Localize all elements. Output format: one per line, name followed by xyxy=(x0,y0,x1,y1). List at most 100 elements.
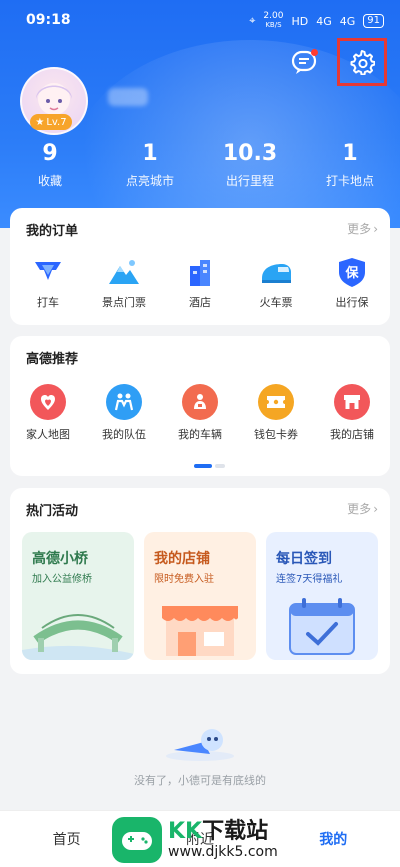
ticket-icon xyxy=(258,384,294,420)
watermark: KK下载站 www.djkk5.com xyxy=(112,816,294,864)
activity-title: 每日签到 xyxy=(276,551,332,567)
stat-mileage[interactable]: 10.3 出行里程 xyxy=(200,140,300,189)
indicator-inactive xyxy=(215,464,225,468)
message-button[interactable] xyxy=(290,48,320,78)
tab-label: 我的 xyxy=(319,832,348,848)
activity-title: 我的店铺 xyxy=(154,551,210,567)
stat-checkins[interactable]: 1 打卡地点 xyxy=(300,140,400,189)
stat-value: 1 xyxy=(342,141,358,166)
icon-label: 酒店 xyxy=(189,296,211,309)
signal-2: 4G xyxy=(339,14,356,28)
stat-value: 10.3 xyxy=(222,141,278,166)
watermark-kk: KK xyxy=(168,819,203,844)
icon-label: 出行保 xyxy=(335,296,369,309)
icon-label: 家人地图 xyxy=(26,428,70,441)
activity-checkin[interactable]: 每日签到 连签7天得福礼 xyxy=(266,532,378,660)
recommend-my-vehicle[interactable]: 我的车辆 xyxy=(162,384,238,442)
watermark-text: KK下载站 www.djkk5.com xyxy=(168,820,278,861)
watermark-name: 下载站 xyxy=(202,819,269,844)
end-of-list-text: 没有了，小德可是有底线的 xyxy=(134,774,266,787)
level-badge: ★ Lv.7 xyxy=(30,114,72,130)
hd-label: HD xyxy=(291,14,309,28)
gear-icon xyxy=(350,50,375,75)
hotel-icon xyxy=(190,260,210,286)
calendar-illustration xyxy=(289,598,355,655)
svg-text:保: 保 xyxy=(344,265,359,281)
net-speed-value: 2.00 xyxy=(263,11,284,21)
activity-store[interactable]: 我的店铺 限时免费入驻 xyxy=(144,532,256,660)
car-icon xyxy=(182,384,218,420)
store-illustration xyxy=(162,606,238,656)
icon-label: 打车 xyxy=(37,296,59,309)
orders-title: 我的订单 xyxy=(26,224,79,239)
order-tickets[interactable]: 景点门票 xyxy=(86,256,162,310)
activity-subtitle: 加入公益修桥 xyxy=(32,574,92,585)
orders-more-link[interactable]: 更多 › xyxy=(347,220,378,237)
bridge-illustration xyxy=(22,614,134,660)
net-speed-unit: KB/S xyxy=(265,21,282,29)
watermark-url: www.djkk5.com xyxy=(168,844,278,860)
icon-label: 我的店铺 xyxy=(330,428,374,441)
blurred-username xyxy=(108,88,148,106)
train-icon xyxy=(262,264,291,283)
more-label: 更多 xyxy=(347,222,372,236)
stat-label: 出行里程 xyxy=(225,174,274,188)
activity-subtitle: 限时免费入驻 xyxy=(154,574,214,585)
order-taxi[interactable]: 打车 xyxy=(10,256,86,310)
activities-more-link[interactable]: 更多 › xyxy=(347,500,378,517)
star-icon: ★ xyxy=(35,116,45,128)
store-icon xyxy=(334,384,370,420)
signal-1: 4G xyxy=(316,14,332,28)
recommend-my-store[interactable]: 我的店铺 xyxy=(314,384,390,442)
more-label: 更多 xyxy=(347,502,372,516)
stat-value: 9 xyxy=(42,141,58,166)
activity-subtitle: 连签7天得福礼 xyxy=(276,574,343,585)
recommend-title: 高德推荐 xyxy=(26,352,79,367)
activities-card: 热门活动 更多 › 高德小桥 加入公益修桥 我的店铺 限时免费入驻 每日签到 连… xyxy=(10,488,390,674)
settings-button[interactable] xyxy=(337,38,387,86)
activity-title: 高德小桥 xyxy=(32,551,88,567)
order-insurance[interactable]: 保 出行保 xyxy=(314,256,390,310)
status-bar: 09:18 ⌖ 2.00 KB/S HD 4G 4G 91 xyxy=(0,0,400,38)
stat-label: 点亮城市 xyxy=(125,174,174,188)
taxi-icon xyxy=(35,262,61,280)
mascot-illustration xyxy=(166,729,234,761)
stat-label: 打卡地点 xyxy=(325,174,374,188)
watermark-logo-icon xyxy=(112,817,162,863)
location-icon: ⌖ xyxy=(249,14,256,27)
team-icon xyxy=(106,384,142,420)
net-speed: 2.00 KB/S xyxy=(263,12,283,30)
stat-cities[interactable]: 1 点亮城市 xyxy=(100,140,200,189)
stat-value: 1 xyxy=(142,141,158,166)
carousel-indicator xyxy=(194,464,225,468)
stat-label: 收藏 xyxy=(37,174,62,188)
order-hotel[interactable]: 酒店 xyxy=(162,256,238,310)
recommend-wallet[interactable]: 钱包卡券 xyxy=(238,384,314,442)
unread-dot xyxy=(311,49,318,56)
recommend-my-team[interactable]: 我的队伍 xyxy=(86,384,162,442)
status-time: 09:18 xyxy=(26,12,71,28)
icon-label: 钱包卡券 xyxy=(254,428,298,441)
indicator-active xyxy=(194,464,212,468)
chevron-right-icon: › xyxy=(373,501,378,516)
end-of-list: 没有了，小德可是有底线的 xyxy=(0,720,400,788)
shield-icon: 保 xyxy=(339,258,365,287)
chevron-right-icon: › xyxy=(373,221,378,236)
stat-favorites[interactable]: 9 收藏 xyxy=(0,140,100,189)
level-text: Lv.7 xyxy=(46,116,67,128)
icon-label: 火车票 xyxy=(259,296,293,309)
orders-icons-row: 打车 景点门票 酒店 火车票 保 出行保 xyxy=(10,256,390,310)
activity-bridge[interactable]: 高德小桥 加入公益修桥 xyxy=(22,532,134,660)
battery-indicator: 91 xyxy=(363,14,384,28)
mountain-icon xyxy=(109,260,139,284)
watermark-title: KK下载站 xyxy=(168,820,278,844)
profile-header: 09:18 ⌖ 2.00 KB/S HD 4G 4G 91 ★ Lv.7 9 收… xyxy=(0,0,400,228)
tab-label: 首页 xyxy=(52,832,81,848)
heart-pin-icon xyxy=(30,384,66,420)
activities-title: 热门活动 xyxy=(26,504,79,519)
recommend-icons-row: 家人地图 我的队伍 我的车辆 钱包卡券 我的店铺 xyxy=(10,384,390,442)
order-train[interactable]: 火车票 xyxy=(238,256,314,310)
status-indicators: ⌖ 2.00 KB/S HD 4G 4G 91 xyxy=(249,12,384,30)
recommend-family-map[interactable]: 家人地图 xyxy=(10,384,86,442)
icon-label: 我的队伍 xyxy=(102,428,146,441)
